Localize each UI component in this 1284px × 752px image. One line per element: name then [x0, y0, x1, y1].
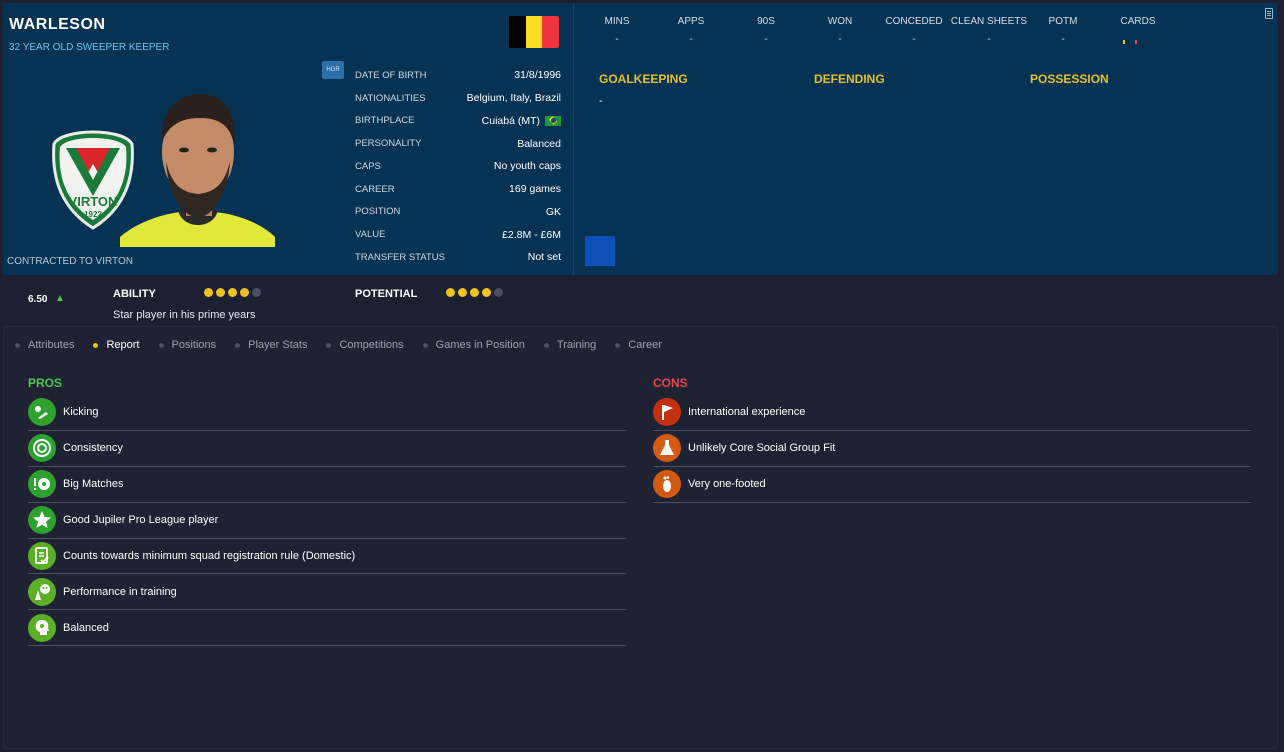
list-item: International experience — [653, 395, 1251, 431]
stat-won-value: - — [838, 34, 842, 45]
header-divider — [573, 3, 574, 275]
stat-won-label: WON — [827, 16, 853, 27]
ability-description: Star player in his prime years — [113, 309, 256, 321]
brazil-flag-icon — [545, 115, 561, 126]
detail-transfer-status: TRANSFER STATUS Not set — [355, 251, 561, 264]
potential-label: POTENTIAL — [355, 288, 418, 300]
stat-apps-value: - — [689, 34, 693, 45]
cons-title: CONS — [653, 376, 688, 390]
list-item: Balanced — [28, 610, 626, 647]
hgr-badge: HGR — [322, 61, 344, 79]
ability-stars — [204, 288, 261, 297]
stat-apps-label: APPS — [677, 16, 705, 27]
player-details: DATE OF BIRTH 31/8/1996 NATIONALITIES Belg… — [355, 64, 561, 269]
detail-birthplace: BIRTHPLACE Cuiabá (MT) — [355, 110, 561, 133]
pros-list: Kicking Consistency Big Matches Good Jup… — [28, 395, 626, 647]
detail-value: VALUE £2.8M - £6M — [355, 228, 561, 241]
list-item: Unlikely Core Social Group Fit — [653, 431, 1251, 467]
goalkeeping-value: - — [599, 96, 603, 107]
section-possession: POSSESSION — [1030, 72, 1109, 86]
tab-positions[interactable]: Positions — [158, 339, 216, 351]
cards-indicator — [1123, 40, 1137, 44]
detail-dob: DATE OF BIRTH 31/8/1996 — [355, 69, 561, 82]
tab-career[interactable]: Career — [615, 339, 662, 351]
list-item: Performance in training — [28, 574, 626, 611]
nationality-flag — [509, 16, 559, 48]
star-filled-icon — [228, 288, 237, 297]
list-item: Very one-footed — [653, 467, 1251, 503]
list-item: Counts towards minimum squad registratio… — [28, 539, 626, 575]
detail-caps: CAPS No youth caps — [355, 160, 561, 173]
list-item: Good Jupiler Pro League player — [28, 503, 626, 539]
flag-stripe-red — [542, 16, 559, 48]
tab-competitions[interactable]: Competitions — [326, 339, 404, 351]
detail-nationalities: NATIONALITIES Belgium, Italy, Brazil — [355, 92, 561, 105]
star-filled-icon — [470, 288, 479, 297]
kicking-icon — [28, 398, 56, 427]
crest-year: 1922 — [84, 210, 102, 219]
stat-clean-sheets-value: - — [987, 34, 991, 45]
star-filled-icon — [482, 288, 491, 297]
big-match-icon — [28, 470, 56, 499]
red-card-icon — [1135, 40, 1137, 44]
training-icon — [28, 577, 56, 606]
player-subtitle: 32 YEAR OLD SWEEPER KEEPER — [9, 42, 170, 53]
stat-90s-label: 90S — [757, 16, 775, 27]
stat-conceded-value: - — [912, 34, 916, 45]
tab-training[interactable]: Training — [543, 339, 596, 351]
document-check-icon — [28, 542, 56, 570]
tab-player-stats[interactable]: Player Stats — [235, 339, 307, 351]
yellow-card-icon — [1123, 40, 1125, 44]
star-filled-icon — [240, 288, 249, 297]
stat-cards-label: CARDS — [1120, 16, 1156, 27]
flag-icon — [653, 398, 681, 427]
flask-icon — [653, 434, 681, 463]
stat-potm-label: POTM — [1048, 16, 1078, 27]
foot-icon — [653, 470, 681, 499]
stat-mins-value: - — [615, 34, 619, 45]
detail-personality: PERSONALITY Balanced — [355, 137, 561, 150]
flag-stripe-black — [509, 16, 526, 48]
blue-square-icon[interactable] — [585, 236, 615, 266]
tab-report[interactable]: Report — [93, 339, 140, 351]
list-item: Big Matches — [28, 467, 626, 503]
player-photo — [120, 94, 275, 247]
crest-name: VIRTON — [69, 194, 118, 209]
tab-bar: Attributes Report Positions Player Stats… — [15, 339, 681, 351]
star-filled-icon — [446, 288, 455, 297]
detail-position: POSITION GK — [355, 205, 561, 218]
list-item: Consistency — [28, 431, 626, 467]
cons-list: International experience Unlikely Core S… — [653, 395, 1251, 503]
pros-title: PROS — [28, 376, 63, 390]
flag-stripe-yellow — [525, 16, 543, 48]
contract-label: CONTRACTED TO VIRTON — [7, 256, 133, 267]
menu-icon[interactable] — [1265, 8, 1273, 19]
star-icon — [28, 506, 56, 535]
section-defending: DEFENDING — [814, 72, 885, 86]
stat-potm-value: - — [1061, 34, 1065, 45]
ability-label: ABILITY — [113, 288, 156, 300]
potential-stars — [446, 288, 503, 297]
stat-90s-value: - — [764, 34, 768, 45]
stat-clean-sheets-label: CLEAN SHEETS — [950, 16, 1028, 27]
tab-games-in-position[interactable]: Games in Position — [422, 339, 525, 351]
section-goalkeeping: GOALKEEPING — [599, 72, 688, 86]
star-empty-icon — [252, 288, 261, 297]
rating-up-arrow-icon: ▲ — [55, 293, 65, 304]
stat-conceded-label: CONCEDED — [885, 16, 943, 27]
star-filled-icon — [458, 288, 467, 297]
tab-attributes[interactable]: Attributes — [15, 339, 74, 351]
star-filled-icon — [204, 288, 213, 297]
player-name: WARLESON — [9, 16, 106, 33]
target-icon — [28, 434, 56, 463]
stat-mins-label: MINS — [604, 16, 630, 27]
star-empty-icon — [494, 288, 503, 297]
detail-career: CAREER 169 games — [355, 183, 561, 196]
star-filled-icon — [216, 288, 225, 297]
list-item: Kicking — [28, 395, 626, 431]
player-rating: 6.50 — [28, 294, 48, 305]
head-icon — [28, 613, 56, 642]
